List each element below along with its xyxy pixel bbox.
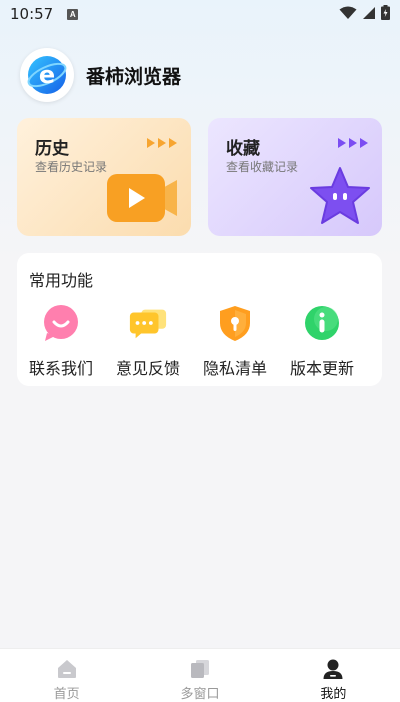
svg-text:e: e xyxy=(39,61,55,89)
profile-icon xyxy=(321,657,345,681)
contact-us-label: 联系我们 xyxy=(28,359,93,378)
nav-multi-window-label: 多窗口 xyxy=(180,687,220,702)
arrows-icon xyxy=(338,138,370,148)
common-functions-panel: 常用功能 联系我们 意见反馈 隐私清单 版本更新 xyxy=(17,253,382,386)
signal-icon xyxy=(362,5,376,24)
chat-smile-icon xyxy=(41,303,81,343)
notification-icon: A xyxy=(67,8,79,20)
feedback-icon xyxy=(128,303,168,343)
feedback-label: 意见反馈 xyxy=(115,359,180,378)
star-icon xyxy=(308,166,372,230)
status-indicators xyxy=(339,4,390,24)
favorites-card[interactable]: 收藏 查看收藏记录 xyxy=(208,118,382,236)
nav-mine[interactable]: 我的 xyxy=(267,649,400,702)
version-update-button[interactable]: 版本更新 xyxy=(279,303,365,379)
app-header: e 番柿浏览器 xyxy=(20,48,181,102)
feedback-button[interactable]: 意见反馈 xyxy=(105,303,191,379)
video-play-icon xyxy=(105,170,181,230)
history-card-subtitle: 查看历史记录 xyxy=(35,160,108,174)
status-time: 10:57 xyxy=(10,5,54,23)
nav-home-label: 首页 xyxy=(53,687,80,702)
history-card-title: 历史 xyxy=(35,139,69,159)
favorites-card-title: 收藏 xyxy=(226,139,260,159)
privacy-list-label: 隐私清单 xyxy=(202,359,267,378)
app-title: 番柿浏览器 xyxy=(86,65,182,88)
app-logo: e xyxy=(20,48,74,102)
info-icon xyxy=(302,303,342,343)
history-card[interactable]: 历史 查看历史记录 xyxy=(17,118,191,236)
wifi-icon xyxy=(339,5,357,24)
privacy-list-button[interactable]: 隐私清单 xyxy=(192,303,278,379)
contact-us-button[interactable]: 联系我们 xyxy=(18,303,104,379)
battery-icon xyxy=(381,4,390,24)
arrows-icon xyxy=(147,138,179,148)
shield-lock-icon xyxy=(215,303,255,343)
nav-mine-label: 我的 xyxy=(320,687,347,702)
common-functions-title: 常用功能 xyxy=(29,271,94,290)
home-icon xyxy=(55,657,79,681)
status-bar: 10:57 A xyxy=(0,0,400,28)
version-update-label: 版本更新 xyxy=(289,359,354,378)
browser-logo-icon: e xyxy=(27,56,67,94)
nav-home[interactable]: 首页 xyxy=(0,649,133,702)
favorites-card-subtitle: 查看收藏记录 xyxy=(226,160,299,174)
windows-icon xyxy=(188,657,212,681)
bottom-navigation: 首页 多窗口 我的 xyxy=(0,648,400,702)
nav-multi-window[interactable]: 多窗口 xyxy=(133,649,266,702)
